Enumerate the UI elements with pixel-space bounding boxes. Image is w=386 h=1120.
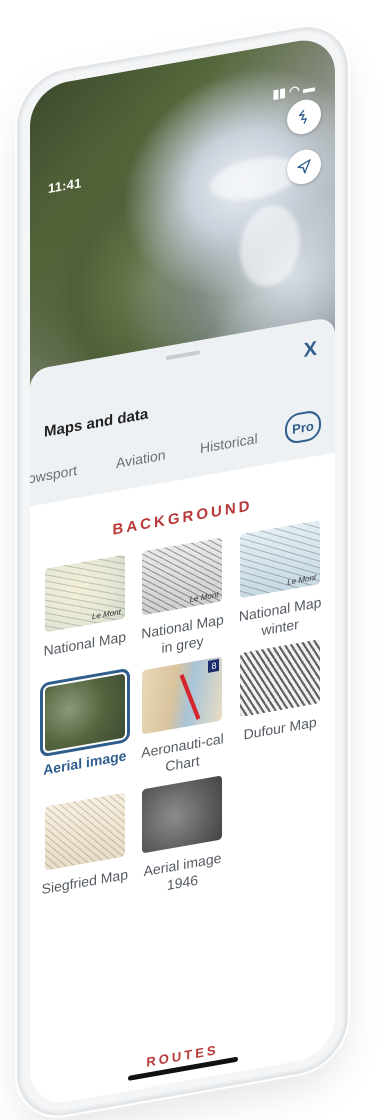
- thumb-mark: Le Mont: [287, 572, 317, 587]
- layer-thumbnail: Le Mont: [240, 520, 321, 599]
- layer-tile-aeronautical-chart[interactable]: 8 Aeronauti-cal Chart: [138, 655, 228, 780]
- pro-badge[interactable]: Pro: [285, 408, 321, 446]
- status-icons: ▮▮ ◠ ▬: [273, 80, 315, 101]
- thumb-mark: Le Mont: [189, 590, 219, 605]
- sheet-title: Maps and data: [44, 405, 149, 441]
- map-snow-ridge: [240, 200, 300, 292]
- maps-bottom-sheet: X Maps and data owsport Aviation Histori…: [30, 316, 335, 1109]
- close-button[interactable]: X: [304, 338, 317, 363]
- chart-route-line: [180, 673, 201, 720]
- layer-label: Dufour Map: [243, 713, 317, 743]
- layer-tile-aerial-image-1946[interactable]: Aerial image 1946: [138, 774, 228, 899]
- layer-thumbnail: [240, 639, 321, 718]
- layers-icon: [298, 109, 307, 124]
- tab-aviation[interactable]: Aviation: [116, 446, 166, 471]
- tab-historical[interactable]: Historical: [200, 430, 258, 456]
- layers-button[interactable]: [287, 96, 321, 137]
- layer-label: Siegfried Map: [41, 865, 129, 898]
- layer-thumbnail: [142, 775, 223, 854]
- layer-tile-dufour-map[interactable]: Dufour Map: [235, 638, 325, 763]
- layer-label: Aeronauti-cal Chart: [141, 730, 224, 774]
- battery-icon: ▬: [303, 79, 315, 97]
- status-time: 11:41: [48, 175, 82, 197]
- layer-tile-siegfried-map[interactable]: Siegfried Map: [40, 792, 130, 917]
- background-layer-grid: Le Mont National Map Le Mont National Ma…: [30, 499, 335, 918]
- layer-thumbnail: [44, 792, 125, 871]
- layer-tile-aerial-image[interactable]: Aerial image: [39, 667, 130, 798]
- thumb-mark: Le Mont: [91, 607, 121, 622]
- layer-label: Aerial image 1946: [143, 849, 222, 893]
- layer-label: National Map in grey: [141, 611, 224, 656]
- layer-label: National Map winter: [238, 593, 322, 638]
- signal-icon: ▮▮: [272, 85, 286, 102]
- phone-screen: 11:41 ▮▮ ◠ ▬ X Maps and data owsport Avi…: [30, 34, 335, 1109]
- layer-tile-national-map[interactable]: Le Mont National Map: [40, 554, 130, 679]
- layer-label: Aerial image: [43, 747, 127, 778]
- layer-tile-national-map-grey[interactable]: Le Mont National Map in grey: [138, 536, 228, 661]
- layer-tile-national-map-winter[interactable]: Le Mont National Map winter: [235, 519, 325, 644]
- tab-snowsport[interactable]: owsport: [30, 462, 77, 487]
- section-title-routes: ROUTES: [146, 1041, 219, 1070]
- location-arrow-icon: [297, 159, 311, 174]
- phone-frame: 11:41 ▮▮ ◠ ▬ X Maps and data owsport Avi…: [20, 22, 345, 1120]
- sheet-grabber[interactable]: [165, 350, 200, 361]
- chart-badge: 8: [208, 658, 220, 673]
- phone-mockup: 11:41 ▮▮ ◠ ▬ X Maps and data owsport Avi…: [0, 0, 386, 1120]
- layer-thumbnail: 8: [142, 656, 223, 735]
- layer-thumbnail: Le Mont: [44, 554, 125, 633]
- layer-thumbnail: Le Mont: [142, 537, 223, 616]
- layer-thumbnail: [39, 667, 130, 758]
- layer-label: National Map: [43, 628, 127, 659]
- wifi-icon: ◠: [289, 82, 300, 99]
